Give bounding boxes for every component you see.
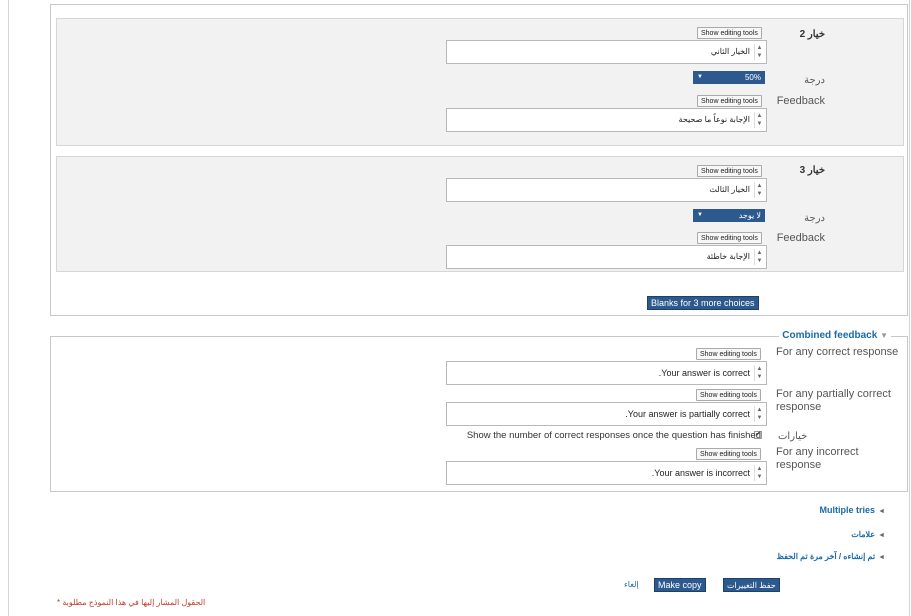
section-multiple-tries[interactable]: Multiple tries ◄ — [820, 505, 885, 515]
required-fields-note: * الحقول المشار إليها في هذا النموذج مطل… — [57, 598, 206, 607]
show-num-correct-text: Show the number of correct responses onc… — [466, 430, 761, 441]
correct-feedback-input[interactable]: .Your answer is correct ▲ ▼ — [446, 361, 767, 385]
choice-2-grade-value: 50% — [744, 73, 761, 82]
choice-3-answer-edit-tools-button[interactable]: Show editing tools — [697, 165, 762, 177]
section-tags[interactable]: علامات ◄ — [851, 530, 885, 539]
choice-3-answer-value: الخيار الثالث — [709, 185, 750, 194]
spinner-icon[interactable]: ▲ ▼ — [754, 465, 764, 481]
choice-2-answer-input[interactable]: الخيار الثاني ▲ ▼ — [446, 40, 767, 64]
incorrect-feedback-value: .Your answer is incorrect — [651, 468, 750, 478]
choice-3-grade-select[interactable]: ▼ لا يوجد — [693, 209, 765, 222]
expand-triangle-icon: ◄ — [878, 508, 885, 515]
blanks-more-choices-button[interactable]: Blanks for 3 more choices — [647, 296, 759, 310]
cancel-link[interactable]: إلغاء — [624, 580, 639, 589]
spinner-icon[interactable]: ▲ ▼ — [754, 44, 764, 60]
choice-3-feedback-edit-tools-button[interactable]: Show editing tools — [697, 232, 762, 244]
choice-2-panel: خيار 2 Show editing tools الخيار الثاني … — [56, 18, 904, 146]
spinner-icon[interactable]: ▲ ▼ — [754, 182, 764, 198]
incorrect-edit-tools-button[interactable]: Show editing tools — [696, 448, 761, 460]
save-changes-button[interactable]: حفظ التغييرات — [723, 578, 780, 592]
choice-2-feedback-label: Feedback — [776, 95, 825, 107]
choice-2-label: خيار 2 — [799, 29, 825, 40]
choice-3-label: خيار 3 — [799, 165, 825, 176]
choice-2-feedback-edit-tools-button[interactable]: Show editing tools — [697, 95, 762, 107]
choice-2-grade-select[interactable]: ▼ 50% — [693, 71, 765, 84]
choice-3-feedback-label: Feedback — [776, 232, 825, 244]
spinner-icon[interactable]: ▲ ▼ — [754, 365, 764, 381]
section-created-saved[interactable]: تم إنشاءه / آخر مرة تم الحفظ ◄ — [776, 552, 885, 561]
incorrect-feedback-input[interactable]: .Your answer is incorrect ▲ ▼ — [446, 461, 767, 485]
choice-3-feedback-value: الإجابة خاطئة — [706, 252, 750, 261]
spinner-icon[interactable]: ▲ ▼ — [754, 112, 764, 128]
incorrect-response-label: For any incorrect response — [776, 446, 859, 471]
choice-2-feedback-value: الإجابة نوعاً ما صحيحة — [678, 115, 750, 124]
choice-3-grade-label: درجة — [804, 213, 825, 224]
spinner-icon[interactable]: ▲ ▼ — [754, 406, 764, 422]
choice-2-feedback-input[interactable]: الإجابة نوعاً ما صحيحة ▲ ▼ — [446, 108, 767, 132]
options-label: خيارات — [778, 431, 808, 442]
choice-3-grade-value: لا يوجد — [738, 211, 761, 220]
partial-feedback-input[interactable]: .Your answer is partially correct ▲ ▼ — [446, 402, 767, 426]
dropdown-arrow-icon: ▼ — [697, 212, 703, 218]
choice-3-feedback-input[interactable]: الإجابة خاطئة ▲ ▼ — [446, 245, 767, 269]
correct-edit-tools-button[interactable]: Show editing tools — [696, 348, 761, 360]
partial-feedback-value: .Your answer is partially correct — [625, 409, 750, 419]
expand-triangle-icon: ◄ — [878, 554, 885, 561]
partial-response-label: For any partially correct response — [776, 388, 891, 413]
expand-triangle-icon: ◄ — [878, 532, 885, 539]
partial-edit-tools-button[interactable]: Show editing tools — [696, 389, 761, 401]
collapse-chevron-icon: ▼ — [880, 331, 888, 340]
dropdown-arrow-icon: ▼ — [697, 74, 703, 80]
spinner-icon[interactable]: ▲ ▼ — [754, 249, 764, 265]
choice-3-panel: خيار 3 Show editing tools الخيار الثالث … — [56, 156, 904, 272]
choice-3-answer-input[interactable]: الخيار الثالث ▲ ▼ — [446, 178, 767, 202]
choice-2-answer-edit-tools-button[interactable]: Show editing tools — [697, 27, 762, 39]
choice-2-grade-label: درجة — [804, 75, 825, 86]
required-star-icon: * — [57, 598, 61, 607]
make-copy-button[interactable]: Make copy — [654, 578, 706, 592]
correct-feedback-value: .Your answer is correct — [658, 368, 750, 378]
combined-feedback-legend[interactable]: Combined feedback ▼ — [779, 330, 891, 341]
choice-2-answer-value: الخيار الثاني — [710, 47, 750, 56]
correct-response-label: For any correct response — [776, 346, 899, 358]
